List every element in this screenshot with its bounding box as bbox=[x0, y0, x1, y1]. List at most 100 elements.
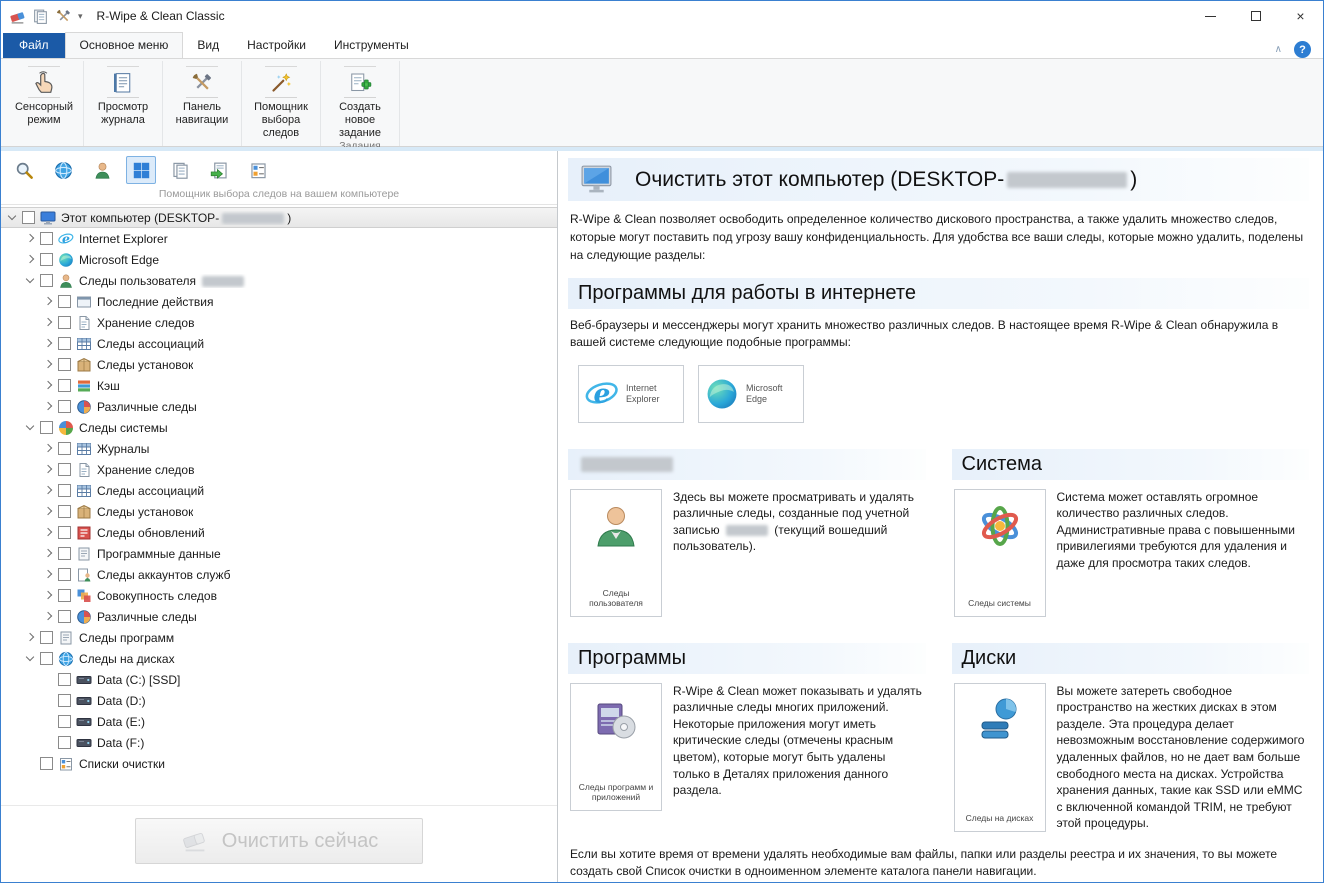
tab-tools[interactable]: Инструменты bbox=[320, 33, 423, 58]
checkbox[interactable] bbox=[22, 211, 35, 224]
tree-item[interactable]: Следы обновлений bbox=[1, 522, 557, 543]
chevron-right-icon[interactable] bbox=[41, 336, 56, 351]
chevron-right-icon[interactable] bbox=[41, 504, 56, 519]
chevron-right-icon[interactable] bbox=[41, 609, 56, 624]
tree-item[interactable]: Следы пользователя bbox=[1, 270, 557, 291]
tree-item[interactable]: Следы программ bbox=[1, 627, 557, 648]
checkbox[interactable] bbox=[58, 736, 71, 749]
chevron-right-icon[interactable] bbox=[23, 231, 38, 246]
tree-item[interactable]: Хранение следов bbox=[1, 312, 557, 333]
chevron-right-icon[interactable] bbox=[41, 378, 56, 393]
tree-item[interactable]: Последние действия bbox=[1, 291, 557, 312]
tree-item[interactable]: Программные данные bbox=[1, 543, 557, 564]
checkbox[interactable] bbox=[58, 379, 71, 392]
chevron-right-icon[interactable] bbox=[41, 588, 56, 603]
ribbon-button-tools[interactable]: Панель навигации bbox=[166, 62, 238, 127]
tree-item[interactable]: Журналы bbox=[1, 438, 557, 459]
ribbon-button-wand[interactable]: Помощник выбора следов bbox=[245, 62, 317, 140]
qat-dropdown-icon[interactable]: ▾ bbox=[78, 11, 83, 22]
search-category-button[interactable] bbox=[9, 156, 39, 184]
checkbox[interactable] bbox=[58, 316, 71, 329]
progarrow-category-button[interactable] bbox=[204, 156, 234, 184]
system-traces-tile[interactable]: Следы системы bbox=[954, 489, 1046, 617]
tree-item[interactable]: Следы аккаунтов служб bbox=[1, 564, 557, 585]
tools-icon[interactable] bbox=[55, 8, 72, 25]
checkbox[interactable] bbox=[58, 610, 71, 623]
checkbox[interactable] bbox=[58, 673, 71, 686]
chevron-right-icon[interactable] bbox=[23, 630, 38, 645]
edge-program-tile[interactable]: Microsoft Edge bbox=[698, 365, 804, 423]
checkbox[interactable] bbox=[40, 421, 53, 434]
help-icon[interactable]: ? bbox=[1294, 41, 1311, 58]
user-traces-tile[interactable]: Следы пользователя bbox=[570, 489, 662, 617]
checkbox[interactable] bbox=[58, 358, 71, 371]
checkbox[interactable] bbox=[58, 505, 71, 518]
chevron-right-icon[interactable] bbox=[41, 294, 56, 309]
tree-item[interactable]: Этот компьютер (DESKTOP-) bbox=[1, 207, 557, 228]
checkbox[interactable] bbox=[58, 526, 71, 539]
chevron-right-icon[interactable] bbox=[41, 525, 56, 540]
tree-item[interactable]: Списки очистки bbox=[1, 753, 557, 774]
close-button[interactable]: × bbox=[1278, 1, 1323, 31]
chevron-right-icon[interactable] bbox=[41, 462, 56, 477]
tree-item[interactable]: Совокупность следов bbox=[1, 585, 557, 606]
tree-item[interactable]: Data (C:) [SSD] bbox=[1, 669, 557, 690]
checkbox[interactable] bbox=[58, 442, 71, 455]
checkbox[interactable] bbox=[40, 757, 53, 770]
tab-file[interactable]: Файл bbox=[3, 33, 65, 58]
ribbon-button-logbook[interactable]: Просмотр журнала bbox=[87, 62, 159, 127]
maximize-button[interactable] bbox=[1233, 1, 1278, 31]
tree-item[interactable]: Следы установок bbox=[1, 354, 557, 375]
chevron-down-icon[interactable] bbox=[23, 273, 38, 288]
chevron-down-icon[interactable] bbox=[23, 420, 38, 435]
person-category-button[interactable] bbox=[87, 156, 117, 184]
programs-traces-tile[interactable]: Следы программ и приложений bbox=[570, 683, 662, 811]
tree-item[interactable]: eInternet Explorer bbox=[1, 228, 557, 249]
chevron-right-icon[interactable] bbox=[41, 483, 56, 498]
chevron-down-icon[interactable] bbox=[23, 651, 38, 666]
tree-item[interactable]: Следы установок bbox=[1, 501, 557, 522]
disks-traces-tile[interactable]: Следы на дисках bbox=[954, 683, 1046, 832]
tree-item[interactable]: Microsoft Edge bbox=[1, 249, 557, 270]
checkbox[interactable] bbox=[58, 568, 71, 581]
checkbox[interactable] bbox=[58, 295, 71, 308]
tree-item[interactable]: Data (E:) bbox=[1, 711, 557, 732]
checkbox[interactable] bbox=[40, 631, 53, 644]
checkbox[interactable] bbox=[58, 484, 71, 497]
checkbox[interactable] bbox=[40, 232, 53, 245]
tree-item[interactable]: Следы на дисках bbox=[1, 648, 557, 669]
checkbox[interactable] bbox=[58, 547, 71, 560]
chevron-right-icon[interactable] bbox=[41, 357, 56, 372]
minimize-button[interactable] bbox=[1188, 1, 1233, 31]
checkbox[interactable] bbox=[58, 463, 71, 476]
tree-item[interactable]: Data (D:) bbox=[1, 690, 557, 711]
checkbox[interactable] bbox=[58, 715, 71, 728]
chevron-right-icon[interactable] bbox=[41, 546, 56, 561]
tree-item[interactable]: Хранение следов bbox=[1, 459, 557, 480]
chevron-right-icon[interactable] bbox=[41, 441, 56, 456]
chevron-right-icon[interactable] bbox=[41, 399, 56, 414]
globe-category-button[interactable] bbox=[48, 156, 78, 184]
checkbox[interactable] bbox=[40, 253, 53, 266]
journal-category-button[interactable] bbox=[165, 156, 195, 184]
tree-item[interactable]: Следы ассоциаций bbox=[1, 480, 557, 501]
winlogo-category-button[interactable] bbox=[126, 156, 156, 184]
chevron-right-icon[interactable] bbox=[23, 252, 38, 267]
checkbox[interactable] bbox=[58, 589, 71, 602]
checkbox[interactable] bbox=[58, 694, 71, 707]
checkbox[interactable] bbox=[58, 337, 71, 350]
checkbox[interactable] bbox=[40, 652, 53, 665]
checkbox[interactable] bbox=[58, 400, 71, 413]
chevron-down-icon[interactable] bbox=[5, 210, 20, 225]
chevron-right-icon[interactable] bbox=[41, 315, 56, 330]
tab-view[interactable]: Вид bbox=[183, 33, 233, 58]
tree-item[interactable]: Различные следы bbox=[1, 396, 557, 417]
collapse-ribbon-icon[interactable]: ∧ bbox=[1275, 44, 1282, 55]
journal-icon[interactable] bbox=[32, 8, 49, 25]
tab-settings[interactable]: Настройки bbox=[233, 33, 320, 58]
clean-now-button[interactable]: Очистить сейчас bbox=[135, 818, 423, 864]
tree-item[interactable]: Data (F:) bbox=[1, 732, 557, 753]
ie-program-tile[interactable]: eInternet Explorer bbox=[578, 365, 684, 423]
ribbon-button-newtask[interactable]: Создать новое задание bbox=[324, 62, 396, 140]
tree-item[interactable]: Следы системы bbox=[1, 417, 557, 438]
